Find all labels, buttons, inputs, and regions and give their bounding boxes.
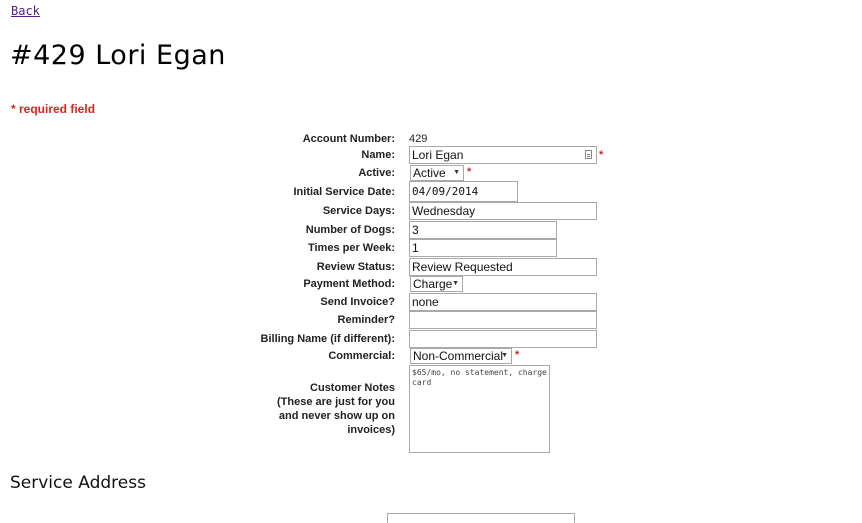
active-label: Active:	[358, 167, 395, 179]
payment-method-select-value: Charge	[413, 277, 453, 291]
initial-service-date-input[interactable]: 04/09/2014	[409, 181, 518, 202]
service-address-input[interactable]	[387, 513, 575, 523]
review-status-input[interactable]: Review Requested	[409, 258, 597, 276]
name-required-star: *	[599, 149, 604, 161]
chevron-down-icon: ▼	[453, 169, 460, 176]
billing-name-input[interactable]	[409, 330, 597, 348]
active-required-star: *	[467, 166, 472, 178]
commercial-required-star: *	[515, 349, 520, 361]
name-input-value: Lori Egan	[412, 148, 464, 162]
commercial-select-value: Non-Commercial	[413, 349, 504, 363]
send-invoice-input[interactable]: none	[409, 293, 597, 311]
account-number-value: 429	[409, 133, 428, 145]
send-invoice-label: Send Invoice?	[320, 296, 395, 308]
number-of-dogs-label: Number of Dogs:	[305, 224, 395, 236]
back-link[interactable]: Back	[11, 4, 40, 18]
keyboard-icon	[585, 150, 592, 159]
payment-method-select[interactable]: Charge ▼	[410, 276, 463, 292]
number-of-dogs-input[interactable]: 3	[409, 221, 557, 239]
reminder-label: Reminder?	[337, 314, 395, 326]
times-per-week-label: Times per Week:	[307, 242, 395, 254]
reminder-input[interactable]	[409, 311, 597, 329]
active-select-value: Active	[413, 166, 446, 180]
service-address-heading: Service Address	[10, 473, 146, 493]
name-input[interactable]: Lori Egan	[409, 146, 597, 164]
customer-notes-textarea[interactable]: $65/mo, no statement, charge card	[409, 365, 550, 453]
payment-method-label: Payment Method:	[303, 278, 395, 290]
commercial-select[interactable]: Non-Commercial ▼	[410, 348, 512, 364]
service-days-input[interactable]: Wednesday	[409, 202, 597, 220]
customer-notes-hint-line2: and never show up on	[278, 410, 395, 422]
service-days-label: Service Days:	[322, 205, 395, 217]
page-title: #429 Lori Egan	[10, 40, 226, 71]
customer-notes-hint-line3: invoices)	[347, 424, 395, 436]
commercial-label: Commercial:	[328, 350, 395, 362]
name-label: Name:	[361, 149, 395, 161]
billing-name-label: Billing Name (if different):	[260, 333, 395, 345]
active-select[interactable]: Active ▼	[410, 165, 464, 181]
customer-notes-hint-line1: (These are just for you	[277, 396, 395, 408]
initial-service-date-label: Initial Service Date:	[293, 186, 396, 198]
customer-notes-label: Customer Notes	[310, 382, 395, 394]
review-status-label: Review Status:	[316, 261, 395, 273]
times-per-week-input[interactable]: 1	[409, 239, 557, 257]
account-number-label: Account Number:	[302, 133, 395, 145]
chevron-down-icon: ▼	[501, 352, 508, 359]
required-field-note: * required field	[11, 102, 96, 116]
chevron-down-icon: ▼	[452, 280, 459, 287]
